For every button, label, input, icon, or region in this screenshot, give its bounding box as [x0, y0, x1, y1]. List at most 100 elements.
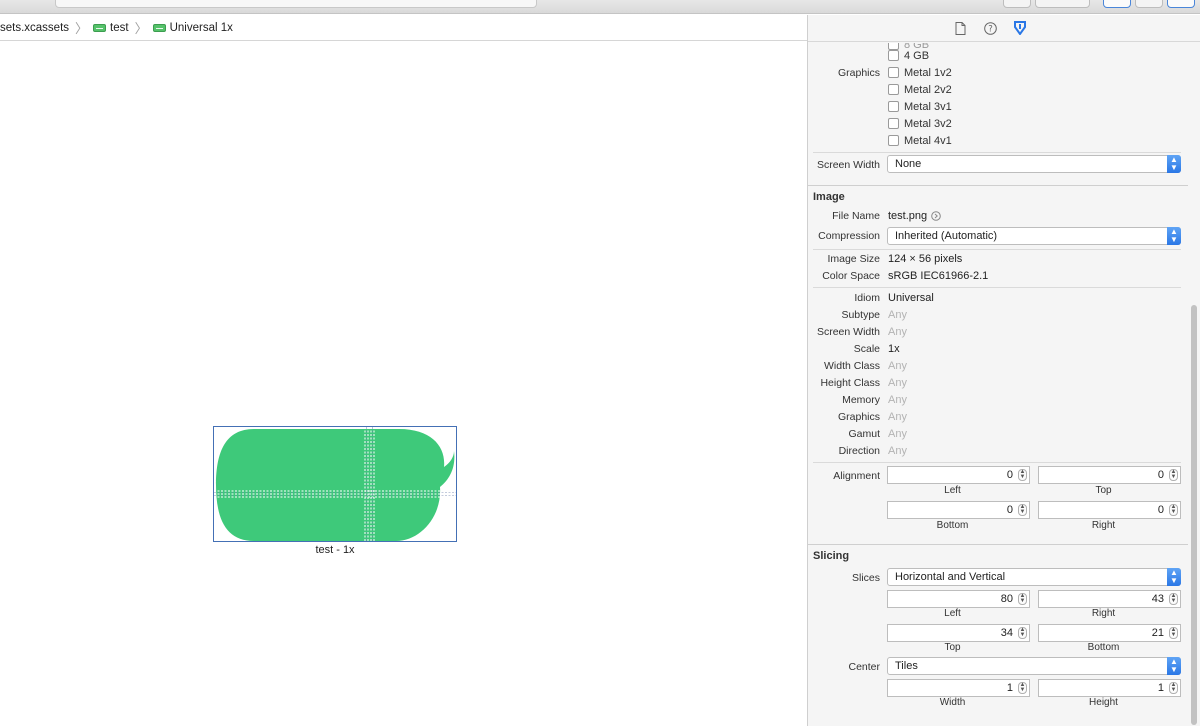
center-label: Center — [848, 660, 880, 673]
breadcrumb-label: test — [110, 21, 129, 34]
memory-4gb-checkbox[interactable] — [888, 50, 899, 61]
trait-row: Width Class Any — [808, 357, 1188, 374]
center-height-stepper[interactable]: 1 ▲ ▼ — [1038, 679, 1181, 697]
inspector-scrollbar[interactable] — [1191, 305, 1197, 725]
breadcrumb-catalog[interactable]: sets.xcassets — [0, 22, 69, 34]
alignment-right-stepper[interactable]: 0 ▲ ▼ — [1038, 501, 1181, 519]
navigator-toggle[interactable] — [1103, 0, 1131, 8]
trait-row: Screen Width Any — [808, 323, 1188, 340]
activity-field — [55, 0, 537, 8]
stepper-arrows-icon[interactable]: ▲ ▼ — [1018, 469, 1027, 481]
checkbox-label: Metal 3v1 — [904, 100, 952, 113]
divider — [813, 462, 1181, 463]
window-toolbar — [0, 0, 1200, 14]
stepper-arrows-icon[interactable]: ▲ ▼ — [1018, 627, 1027, 639]
alignment-bottom-stepper[interactable]: 0 ▲ ▼ — [887, 501, 1030, 519]
center-width-stepper[interactable]: 1 ▲ ▼ — [887, 679, 1030, 697]
editor-mode-control[interactable] — [1035, 0, 1090, 8]
stepper-value: 0 — [1157, 469, 1164, 481]
stepper-value: 21 — [1151, 627, 1164, 639]
stepper-arrows-icon[interactable]: ▲ ▼ — [1169, 682, 1178, 694]
slices-popup[interactable]: Horizontal and Vertical ▲ ▼ — [887, 568, 1181, 586]
trait-label: Scale — [853, 342, 880, 355]
color-space-value: sRGB IEC61966-2.1 — [888, 269, 989, 282]
speech-bubble-image — [214, 427, 456, 541]
slice-right-stepper[interactable]: 43 ▲ ▼ — [1038, 590, 1181, 608]
trait-row: Direction Any — [808, 442, 1188, 459]
memory-option-row: 4 GB — [808, 47, 1188, 64]
trait-value: Any — [888, 393, 907, 406]
reveal-arrow-icon[interactable] — [931, 210, 941, 221]
popup-value: Horizontal and Vertical — [895, 571, 1006, 583]
inspector-toggle[interactable] — [1167, 0, 1195, 8]
file-name-label: File Name — [832, 209, 880, 222]
trait-value: Universal — [888, 291, 934, 304]
graphics-checkbox[interactable] — [888, 84, 899, 95]
graphics-checkbox[interactable] — [888, 101, 899, 112]
stepper-value: 1 — [1157, 682, 1164, 694]
stepper-arrows-icon[interactable]: ▲ ▼ — [1169, 504, 1178, 516]
file-inspector-tab[interactable] — [952, 20, 968, 36]
stepper-arrows-icon[interactable]: ▲ ▼ — [1018, 593, 1027, 605]
graphics-checkbox[interactable] — [888, 118, 899, 129]
center-height-label: Height — [1089, 697, 1118, 708]
stepper-arrows-icon[interactable]: ▲ ▼ — [1169, 469, 1178, 481]
attributes-inspector-tab[interactable] — [1012, 20, 1028, 36]
slice-right-label: Right — [1091, 608, 1116, 619]
alignment-label: Alignment — [833, 469, 880, 482]
stepper-value: 0 — [1157, 504, 1164, 516]
trait-row: Scale 1x — [808, 340, 1188, 357]
chevron-updown-icon: ▲ ▼ — [1167, 155, 1181, 173]
slice-bottom-label: Bottom — [1087, 642, 1120, 653]
compression-popup[interactable]: Inherited (Automatic) ▲ ▼ — [887, 227, 1181, 245]
trait-row: Memory Any — [808, 391, 1188, 408]
center-popup[interactable]: Tiles ▲ ▼ — [887, 657, 1181, 675]
toolbar-button[interactable] — [1003, 0, 1031, 8]
slicing-section-title: Slicing — [813, 550, 850, 562]
alignment-bottom-label: Bottom — [936, 520, 969, 531]
graphics-checkbox[interactable] — [888, 135, 899, 146]
screen-width-label: Screen Width — [816, 158, 880, 171]
slice-top-stepper[interactable]: 34 ▲ ▼ — [887, 624, 1030, 642]
image-size-row: Image Size 124 × 56 pixels — [808, 250, 1188, 267]
attributes-icon — [1014, 21, 1026, 35]
jump-bar: sets.xcassets 〉 test 〉 Universal 1x — [0, 15, 807, 41]
trait-value: Any — [888, 427, 907, 440]
stepper-value: 43 — [1151, 593, 1164, 605]
inspector-body: 8 GB 4 GB Graphics Metal 1v2 Metal 2v2 M… — [808, 43, 1188, 726]
stepper-arrows-icon[interactable]: ▲ ▼ — [1169, 593, 1178, 605]
alignment-top-stepper[interactable]: 0 ▲ ▼ — [1038, 466, 1181, 484]
trait-label: Direction — [838, 444, 880, 457]
color-space-label: Color Space — [822, 269, 880, 282]
stepper-value: 0 — [1006, 469, 1013, 481]
debug-area-toggle[interactable] — [1135, 0, 1163, 8]
checkbox-label: 4 GB — [904, 49, 930, 62]
divider — [813, 152, 1181, 153]
trait-row: Subtype Any — [808, 306, 1188, 323]
stepper-arrows-icon[interactable]: ▲ ▼ — [1169, 627, 1178, 639]
svg-text:?: ? — [988, 24, 993, 34]
graphics-option-row: Metal 3v1 — [808, 98, 1188, 115]
alignment-left-label: Left — [944, 485, 961, 496]
trait-label: Screen Width — [816, 325, 880, 338]
breadcrumb-slot[interactable]: 〉 Universal 1x — [134, 18, 233, 37]
graphics-checkbox[interactable] — [888, 67, 899, 78]
stepper-arrows-icon[interactable]: ▲ ▼ — [1018, 682, 1027, 694]
alignment-left-stepper[interactable]: 0 ▲ ▼ — [887, 466, 1030, 484]
trait-row: Idiom Universal — [808, 289, 1188, 306]
trait-value: Any — [888, 359, 907, 372]
stepper-value: 34 — [1000, 627, 1013, 639]
stepper-arrows-icon[interactable]: ▲ ▼ — [1018, 504, 1027, 516]
breadcrumb-imageset[interactable]: 〉 test — [74, 18, 129, 37]
asset-canvas: test - 1x — [0, 42, 807, 726]
trait-label: Idiom — [854, 291, 880, 304]
screen-width-popup[interactable]: None ▲ ▼ — [887, 155, 1181, 173]
breadcrumb-label: sets.xcassets — [0, 21, 70, 34]
trait-value: Any — [888, 410, 907, 423]
image-preview[interactable] — [213, 426, 457, 542]
trait-label: Height Class — [820, 376, 880, 389]
popup-value: Inherited (Automatic) — [895, 230, 998, 242]
slice-bottom-stepper[interactable]: 21 ▲ ▼ — [1038, 624, 1181, 642]
quick-help-tab[interactable]: ? — [982, 20, 998, 36]
slice-left-stepper[interactable]: 80 ▲ ▼ — [887, 590, 1030, 608]
